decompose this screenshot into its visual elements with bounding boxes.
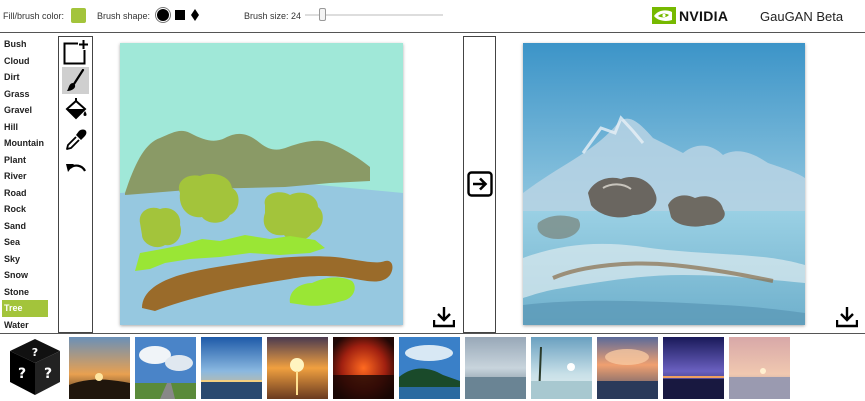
label-item-cloud[interactable]: Cloud bbox=[2, 53, 48, 70]
fill-tool-button[interactable] bbox=[62, 96, 89, 123]
label-item-hill[interactable]: Hill bbox=[2, 119, 48, 136]
label-item-bush[interactable]: Bush bbox=[2, 36, 48, 53]
label-item-dirt[interactable]: Dirt bbox=[2, 69, 48, 86]
label-item-grass[interactable]: Grass bbox=[2, 86, 48, 103]
semantic-label-list: Bush Cloud Dirt Grass Gravel Hill Mounta… bbox=[2, 36, 48, 333]
segmentation-canvas[interactable] bbox=[120, 43, 403, 325]
brush-shape-label: Brush shape: bbox=[97, 11, 151, 21]
style-thumbnail-8[interactable] bbox=[531, 337, 592, 399]
brush-shape-circle-button[interactable] bbox=[157, 9, 169, 21]
style-thumbnail-4[interactable] bbox=[267, 337, 328, 399]
tool-panel bbox=[58, 36, 93, 333]
style-thumbnail-1[interactable] bbox=[69, 337, 130, 399]
brush-size-slider-thumb[interactable] bbox=[319, 8, 326, 21]
label-item-sand[interactable]: Sand bbox=[2, 218, 48, 235]
brand-name: NVIDIA bbox=[679, 8, 729, 24]
random-style-dice-icon[interactable]: ? ? ? bbox=[7, 337, 63, 397]
style-thumbnail-7[interactable] bbox=[465, 337, 526, 399]
label-item-road[interactable]: Road bbox=[2, 185, 48, 202]
top-toolbar: Fill/brush color: Brush shape: Brush siz… bbox=[0, 0, 865, 33]
brush-icon bbox=[66, 68, 84, 91]
app-title: GauGAN Beta bbox=[760, 9, 844, 24]
style-gallery: ? ? ? bbox=[0, 333, 865, 401]
style-thumbnail-6[interactable] bbox=[399, 337, 460, 399]
label-item-snow[interactable]: Snow bbox=[2, 267, 48, 284]
label-item-mountain[interactable]: Mountain bbox=[2, 135, 48, 152]
convert-arrow-icon[interactable] bbox=[467, 171, 493, 197]
style-thumbnail-3[interactable] bbox=[201, 337, 262, 399]
new-canvas-icon bbox=[63, 38, 89, 64]
label-item-stone[interactable]: Stone bbox=[2, 284, 48, 301]
label-item-tree[interactable]: Tree bbox=[2, 300, 48, 317]
style-thumbnail-11[interactable] bbox=[729, 337, 790, 399]
label-item-sea[interactable]: Sea bbox=[2, 234, 48, 251]
eyedropper-tool-button[interactable] bbox=[62, 126, 89, 153]
style-thumbnail-10[interactable] bbox=[663, 337, 724, 399]
brush-size-label: Brush size: 24 bbox=[244, 11, 302, 21]
new-canvas-button[interactable] bbox=[62, 38, 89, 65]
undo-button[interactable] bbox=[62, 156, 89, 183]
undo-icon bbox=[65, 163, 86, 172]
fill-color-label: Fill/brush color: bbox=[3, 11, 65, 21]
nvidia-eye-icon bbox=[652, 7, 676, 24]
brush-shape-square-button[interactable] bbox=[175, 10, 185, 20]
download-output-icon[interactable] bbox=[836, 306, 858, 328]
paint-bucket-icon bbox=[65, 97, 86, 119]
svg-text:?: ? bbox=[18, 366, 26, 382]
label-item-sky[interactable]: Sky bbox=[2, 251, 48, 268]
generated-image-canvas bbox=[523, 43, 805, 325]
download-segmentation-icon[interactable] bbox=[433, 306, 455, 328]
svg-text:?: ? bbox=[44, 366, 52, 382]
tree-region-2 bbox=[139, 207, 182, 248]
generated-landscape-image bbox=[523, 43, 805, 325]
brush-shape-diamond-button[interactable] bbox=[191, 9, 199, 21]
label-item-gravel[interactable]: Gravel bbox=[2, 102, 48, 119]
segmentation-drawing bbox=[120, 43, 403, 325]
brush-tool-button[interactable] bbox=[62, 67, 89, 94]
label-item-rock[interactable]: Rock bbox=[2, 201, 48, 218]
style-thumbnail-2[interactable] bbox=[135, 337, 196, 399]
eyedropper-icon bbox=[65, 129, 86, 150]
label-item-plant[interactable]: Plant bbox=[2, 152, 48, 169]
label-item-river[interactable]: River bbox=[2, 168, 48, 185]
convert-panel bbox=[463, 36, 496, 333]
style-thumbnail-9[interactable] bbox=[597, 337, 658, 399]
fill-color-swatch[interactable] bbox=[71, 8, 86, 23]
style-thumbnail-5[interactable] bbox=[333, 337, 394, 399]
svg-text:?: ? bbox=[32, 346, 38, 359]
label-item-water[interactable]: Water bbox=[2, 317, 48, 334]
